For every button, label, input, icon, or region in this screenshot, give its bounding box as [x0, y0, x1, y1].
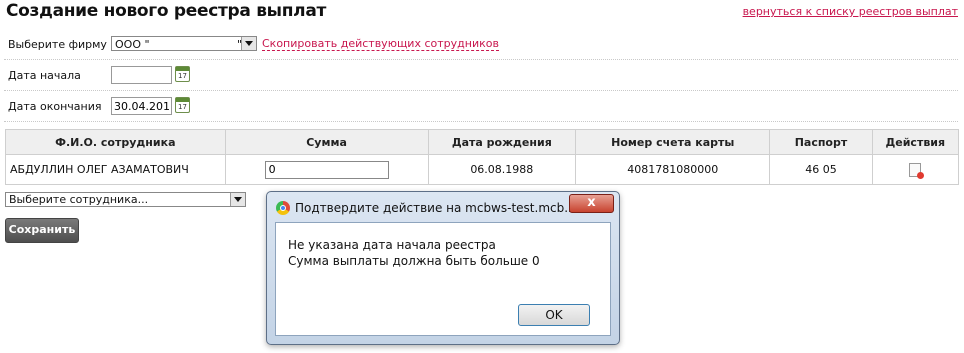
col-header-name: Ф.И.О. сотрудника	[5, 129, 226, 155]
dialog-message-line: Сумма выплаты должна быть больше 0	[288, 254, 540, 268]
actions-cell	[871, 154, 959, 185]
dialog-message: Не указана дата начала реестра Сумма вып…	[288, 237, 540, 269]
employee-name: АБДУЛЛИН ОЛЕГ АЗАМАТОВИЧ	[5, 154, 226, 185]
col-header-passport: Паспорт	[769, 129, 873, 155]
employee-select-placeholder: Выберите сотрудника...	[9, 193, 149, 206]
save-button[interactable]: Сохранить	[5, 218, 79, 243]
calendar-icon[interactable]: 17	[175, 66, 190, 82]
start-date-input[interactable]	[111, 66, 172, 84]
col-header-sum: Сумма	[224, 129, 429, 155]
close-icon: x	[587, 195, 596, 210]
firm-select-value: ООО " "	[115, 38, 243, 51]
copy-employees-link[interactable]: Скопировать действующих сотрудников	[262, 37, 499, 51]
end-date-label: Дата окончания	[8, 100, 102, 113]
employees-table: Ф.И.О. сотрудника Сумма Дата рождения Но…	[5, 129, 959, 185]
sum-input[interactable]	[264, 160, 389, 179]
firm-select[interactable]: ООО " "	[111, 36, 257, 51]
dialog-body: Не указана дата начала реестра Сумма вып…	[275, 222, 611, 336]
calendar-icon[interactable]: 17	[175, 97, 190, 113]
table-header-row: Ф.И.О. сотрудника Сумма Дата рождения Но…	[5, 129, 959, 155]
chrome-icon	[276, 201, 290, 215]
confirm-dialog: Подтвердите действие на mcbws-test.mcb.r…	[266, 191, 620, 345]
firm-label: Выберите фирму	[8, 38, 107, 51]
card-number: 4081781080000	[575, 154, 771, 185]
page-title: Создание нового реестра выплат	[6, 1, 327, 21]
dialog-title: Подтвердите действие на mcbws-test.mcb.r…	[295, 201, 581, 215]
start-date-row: Дата начала 17	[4, 60, 958, 91]
firm-row: Выберите фирму ООО " " Скопировать дейст…	[4, 29, 958, 60]
col-header-actions: Действия	[871, 129, 959, 155]
start-date-label: Дата начала	[8, 69, 81, 82]
ok-button[interactable]: OK	[518, 304, 590, 326]
back-to-registers-link[interactable]: вернуться к списку реестров выплат	[743, 5, 958, 18]
col-header-card: Номер счета карты	[575, 129, 771, 155]
employee-select[interactable]: Выберите сотрудника...	[5, 192, 246, 207]
delete-icon[interactable]	[909, 162, 925, 179]
calendar-day: 17	[178, 72, 187, 80]
close-button[interactable]: x	[569, 194, 614, 213]
dialog-message-line: Не указана дата начала реестра	[288, 238, 496, 252]
sum-cell	[224, 154, 429, 185]
end-date-input[interactable]	[111, 97, 172, 115]
end-date-row: Дата окончания 17	[4, 91, 958, 122]
birth-date: 06.08.1988	[427, 154, 577, 185]
passport: 46 05	[769, 154, 873, 185]
col-header-birth: Дата рождения	[427, 129, 577, 155]
chevron-down-icon[interactable]	[230, 193, 245, 206]
table-row: АБДУЛЛИН ОЛЕГ АЗАМАТОВИЧ 06.08.1988 4081…	[5, 154, 959, 185]
chevron-down-icon[interactable]	[241, 37, 256, 50]
calendar-day: 17	[178, 103, 187, 111]
